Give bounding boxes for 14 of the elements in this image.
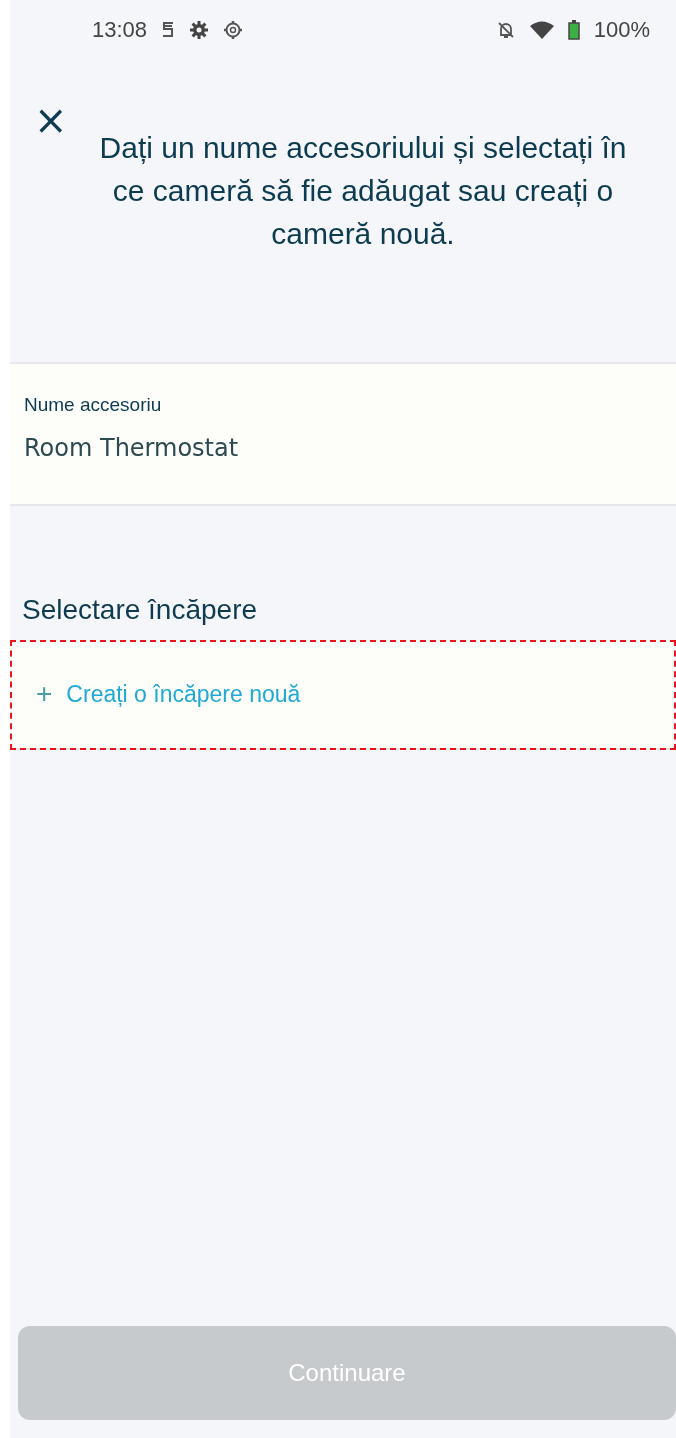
gear-icon bbox=[189, 20, 210, 40]
close-button[interactable]: × bbox=[30, 100, 72, 140]
s-icon bbox=[161, 21, 176, 39]
plus-icon: + bbox=[36, 678, 53, 710]
wifi-icon bbox=[529, 21, 554, 39]
status-time: 13:08 bbox=[92, 17, 148, 43]
name-input[interactable]: Room Thermostat bbox=[24, 434, 424, 462]
battery-percent: 100% bbox=[593, 17, 650, 43]
page-title: Dați un nume accesoriului și selectați în ce cameră să fie adăugat sau creați o cameră nouă. bbox=[98, 130, 628, 252]
field-label: Nume accesoriu bbox=[24, 394, 163, 416]
battery-icon bbox=[567, 20, 580, 40]
section-heading: Selectare încăpere bbox=[21, 594, 259, 627]
bell-off-icon bbox=[495, 20, 516, 40]
create-room-label: Creați o încăpere nouă bbox=[66, 680, 301, 708]
